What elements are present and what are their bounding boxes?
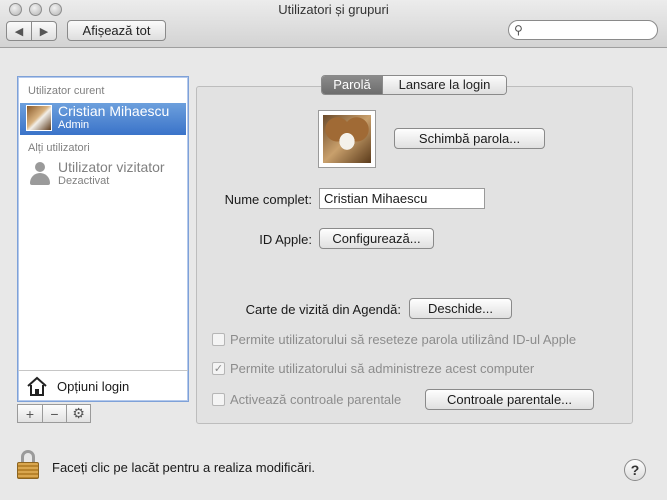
user-status: Dezactivat bbox=[58, 175, 110, 187]
tab-login-items[interactable]: Lansare la login bbox=[382, 76, 506, 94]
user-picture[interactable] bbox=[318, 110, 376, 168]
configure-apple-id-button[interactable]: Configurează... bbox=[319, 228, 434, 249]
remove-user-button[interactable]: − bbox=[42, 405, 66, 422]
show-all-button[interactable]: Afișează tot bbox=[67, 20, 166, 41]
full-name-label: Nume complet: bbox=[224, 192, 312, 207]
sidebar-item-guest-user[interactable]: Utilizator vizitator Dezactivat bbox=[20, 159, 186, 191]
forward-button[interactable]: ▶ bbox=[31, 22, 56, 40]
search-icon: ⚲ bbox=[514, 23, 523, 37]
window-titlebar: Utilizatori și grupuri ◀ ▶ Afișează tot … bbox=[0, 0, 667, 48]
sidebar-item-current-user[interactable]: Cristian Mihaescu Admin bbox=[20, 103, 186, 135]
apple-id-label: ID Apple: bbox=[259, 232, 312, 247]
user-name: Utilizator vizitator bbox=[58, 159, 165, 175]
avatar bbox=[26, 105, 52, 131]
sidebar-button-bar: + − ⚙ bbox=[17, 404, 91, 423]
user-role: Admin bbox=[58, 119, 90, 131]
option-label: Activează controale parentale bbox=[230, 391, 402, 407]
login-options-label: Opțiuni login bbox=[57, 379, 130, 394]
option-parental-controls[interactable]: Activează controale parentale bbox=[212, 390, 401, 408]
chevron-right-icon: ▶ bbox=[39, 25, 49, 38]
house-icon bbox=[27, 376, 47, 396]
reset-password-checkbox[interactable] bbox=[212, 332, 225, 346]
lock-message: Faceți clic pe lacăt pentru a realiza mo… bbox=[52, 460, 316, 475]
login-options-item[interactable]: Opțiuni login bbox=[26, 375, 186, 399]
parental-controls-checkbox[interactable] bbox=[212, 392, 225, 406]
full-name-field[interactable]: Cristian Mihaescu bbox=[319, 188, 485, 209]
window-title: Utilizatori și grupuri bbox=[278, 2, 389, 17]
chevron-left-icon: ◀ bbox=[14, 25, 24, 38]
tab-password[interactable]: Parolă bbox=[322, 76, 382, 94]
users-sidebar: Utilizator curent Cristian Mihaescu Admi… bbox=[17, 76, 189, 402]
user-name: Cristian Mihaescu bbox=[58, 103, 170, 119]
search-input[interactable] bbox=[529, 22, 651, 38]
sidebar-divider bbox=[18, 370, 188, 371]
contact-card-label: Carte de vizită din Agendă: bbox=[245, 302, 401, 317]
add-user-button[interactable]: + bbox=[18, 405, 42, 422]
open-contact-card-button[interactable]: Deschide... bbox=[409, 298, 512, 319]
allow-admin-checkbox[interactable]: ✓ bbox=[212, 361, 225, 375]
parental-controls-button[interactable]: Controale parentale... bbox=[425, 389, 594, 410]
other-users-header: Alți utilizatori bbox=[28, 142, 90, 154]
option-label: Permite utilizatorului să administreze a… bbox=[230, 360, 535, 376]
change-password-button[interactable]: Schimbă parola... bbox=[394, 128, 545, 149]
help-button[interactable]: ? bbox=[624, 459, 646, 481]
option-label: Permite utilizatorului să reseteze parol… bbox=[230, 331, 577, 347]
option-reset-password[interactable]: Permite utilizatorului să reseteze parol… bbox=[212, 330, 576, 348]
guest-user-icon bbox=[29, 162, 51, 186]
gear-icon[interactable]: ⚙ bbox=[66, 405, 90, 422]
option-allow-admin[interactable]: ✓ Permite utilizatorului să administreze… bbox=[212, 359, 534, 377]
navigation-segment: ◀ ▶ bbox=[6, 21, 57, 41]
back-button[interactable]: ◀ bbox=[7, 22, 31, 40]
current-user-header: Utilizator curent bbox=[28, 85, 105, 97]
tab-bar: Parolă Lansare la login bbox=[321, 75, 507, 95]
search-field[interactable]: ⚲ bbox=[508, 20, 658, 40]
lock-icon[interactable] bbox=[16, 450, 40, 480]
dog-picture bbox=[323, 115, 371, 163]
